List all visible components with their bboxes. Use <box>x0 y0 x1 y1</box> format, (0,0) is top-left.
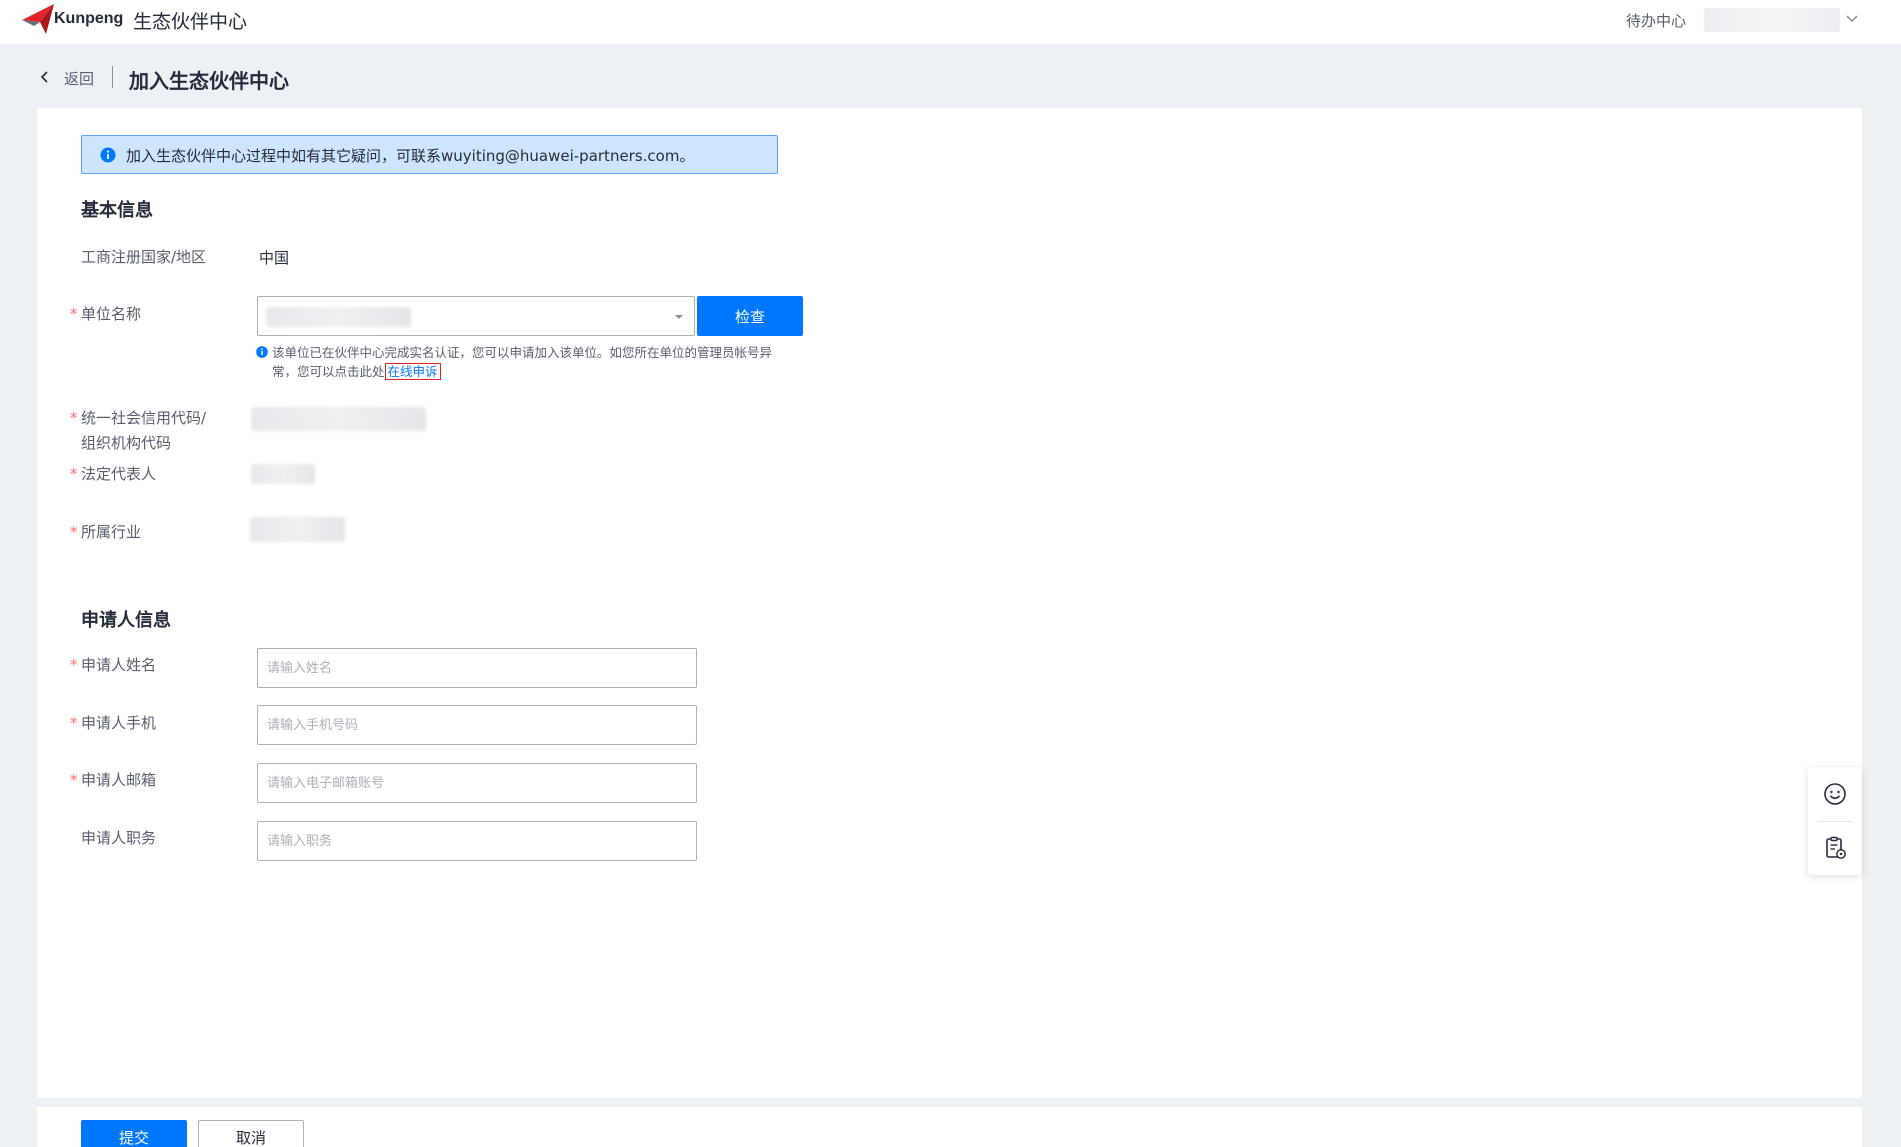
credit-code-label-line2: 组织机构代码 <box>81 434 172 452</box>
applicant-position-label: 申请人职务 <box>81 829 157 847</box>
unit-hint-text: 该单位已在伙伴中心完成实名认证，您可以申请加入该单位。如您所在单位的管理员帐号异… <box>272 345 773 379</box>
check-button[interactable]: 检查 <box>697 296 803 336</box>
toolbar-divider <box>1818 821 1852 822</box>
user-account-menu[interactable] <box>1704 8 1840 32</box>
industry-label-text: 所属行业 <box>81 523 142 541</box>
unit-name-select[interactable] <box>257 296 695 336</box>
breadcrumb-divider <box>112 66 113 88</box>
kunpeng-logo-icon[interactable] <box>20 2 56 38</box>
credit-code-label-line1: 统一社会信用代码/ <box>81 409 207 427</box>
applicant-info-title: 申请人信息 <box>81 610 171 631</box>
todo-center-link[interactable]: 待办中心 <box>1626 10 1686 31</box>
caret-down-icon <box>675 315 683 319</box>
cancel-button[interactable]: 取消 <box>198 1120 304 1147</box>
chevron-down-icon[interactable] <box>1844 10 1860 26</box>
required-mark: * <box>70 305 78 323</box>
required-mark: * <box>70 523 78 541</box>
info-notice: 加入生态伙伴中心过程中如有其它疑问，可联系wuyiting@huawei-par… <box>81 135 778 174</box>
country-value: 中国 <box>259 249 290 267</box>
clipboard-settings-icon[interactable] <box>1822 835 1848 861</box>
page-title: 加入生态伙伴中心 <box>129 69 289 93</box>
industry-label: * 所属行业 <box>70 520 142 545</box>
required-mark: * <box>70 714 78 732</box>
back-link[interactable]: 返回 <box>64 68 94 89</box>
legal-rep-label: * 法定代表人 <box>70 462 157 487</box>
applicant-email-label-text: 申请人邮箱 <box>81 771 157 789</box>
applicant-name-label: * 申请人姓名 <box>70 653 157 678</box>
chevron-left-icon[interactable] <box>38 70 52 84</box>
applicant-position-input[interactable] <box>257 821 697 861</box>
credit-code-label: * 统一社会信用代码/ 组织机构代码 <box>70 406 207 456</box>
submit-button[interactable]: 提交 <box>81 1120 187 1147</box>
unit-name-label: * 单位名称 <box>70 302 142 327</box>
applicant-name-label-text: 申请人姓名 <box>81 656 157 674</box>
online-appeal-link[interactable]: 在线申诉 <box>384 363 441 380</box>
industry-redacted-value <box>250 517 345 542</box>
credit-code-redacted-value <box>251 407 426 431</box>
notice-text: 加入生态伙伴中心过程中如有其它疑问，可联系wuyiting@huawei-par… <box>126 147 695 165</box>
applicant-phone-label: * 申请人手机 <box>70 711 157 736</box>
form-footer: 提交 取消 <box>37 1107 1862 1147</box>
legal-rep-redacted-value <box>251 464 315 484</box>
unit-hint: 该单位已在伙伴中心完成实名认证，您可以申请加入该单位。如您所在单位的管理员帐号异… <box>272 343 792 381</box>
join-form-card: 加入生态伙伴中心过程中如有其它疑问，可联系wuyiting@huawei-par… <box>37 108 1862 1098</box>
info-icon <box>256 346 268 358</box>
required-mark: * <box>70 409 78 427</box>
applicant-name-input[interactable] <box>257 648 697 688</box>
top-navbar: Kunpeng 生态伙伴中心 待办中心 <box>0 0 1901 44</box>
brand-name[interactable]: Kunpeng <box>54 10 123 28</box>
required-mark: * <box>70 465 78 483</box>
legal-rep-label-text: 法定代表人 <box>81 465 157 483</box>
unit-name-redacted-value <box>266 307 411 327</box>
smiley-icon[interactable] <box>1822 781 1848 807</box>
required-mark: * <box>70 771 78 789</box>
info-icon <box>100 147 116 163</box>
basic-info-title: 基本信息 <box>81 200 153 221</box>
portal-name[interactable]: 生态伙伴中心 <box>133 7 247 34</box>
applicant-email-input[interactable] <box>257 763 697 803</box>
applicant-phone-input[interactable] <box>257 705 697 745</box>
floating-toolbar <box>1808 767 1862 875</box>
required-mark: * <box>70 656 78 674</box>
applicant-phone-label-text: 申请人手机 <box>81 714 157 732</box>
country-label: 工商注册国家/地区 <box>81 248 207 266</box>
applicant-email-label: * 申请人邮箱 <box>70 768 157 793</box>
breadcrumb: 返回 加入生态伙伴中心 <box>0 56 1901 96</box>
unit-name-label-text: 单位名称 <box>81 305 142 323</box>
